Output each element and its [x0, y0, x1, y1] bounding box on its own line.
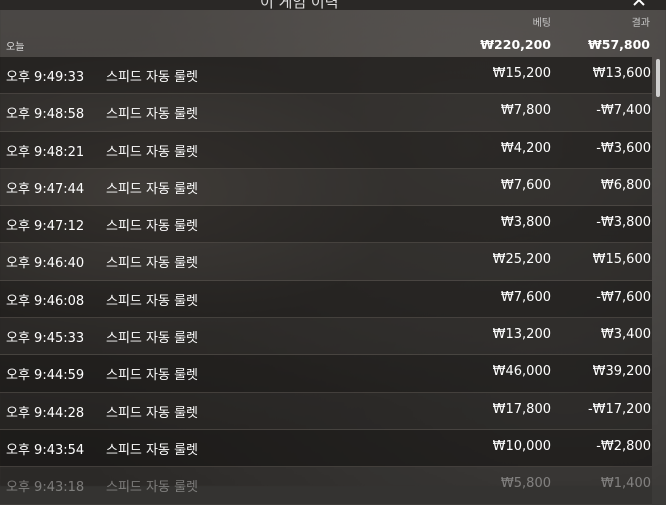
row-result-amount: ₩3,400: [600, 327, 651, 343]
history-row[interactable]: 오후 9:45:33 스피드 자동 룰렛 ₩13,200 ₩3,400: [0, 318, 652, 356]
column-header-result: 결과: [631, 18, 650, 29]
close-icon[interactable]: [631, 0, 647, 8]
row-time: 오후 9:44:59: [6, 368, 85, 384]
row-game-name: 스피드 자동 룰렛: [106, 293, 198, 309]
scrollbar-thumb[interactable]: [656, 59, 660, 97]
history-row[interactable]: 오후 9:48:58 스피드 자동 룰렛 ₩7,800 -₩7,400: [0, 94, 652, 132]
row-time: 오후 9:48:21: [6, 144, 85, 160]
summary-bet-total: ₩220,200: [480, 37, 551, 52]
row-game-name: 스피드 자동 룰렛: [106, 368, 198, 384]
summary-result-total: ₩57,800: [587, 37, 650, 52]
history-row[interactable]: 오후 9:47:12 스피드 자동 룰렛 ₩3,800 -₩3,800: [0, 206, 652, 244]
history-row[interactable]: 오후 9:46:08 스피드 자동 룰렛 ₩7,600 -₩7,600: [0, 280, 652, 319]
row-result-amount: -₩3,800: [596, 215, 651, 231]
panel-title: 이 게임 이력: [260, 0, 339, 11]
row-game-name: 스피드 자동 룰렛: [106, 181, 198, 197]
history-row[interactable]: 오후 9:46:40 스피드 자동 룰렛 ₩25,200 ₩15,600: [0, 243, 652, 281]
row-bet-amount: ₩4,200: [500, 140, 551, 156]
column-header-bet: 베팅: [532, 18, 551, 29]
row-result-amount: -₩7,400: [596, 103, 651, 119]
scrollbar[interactable]: [652, 57, 666, 486]
row-result-amount: -₩2,800: [596, 438, 651, 454]
row-time: 오후 9:47:44: [6, 181, 85, 197]
row-result-amount: ₩15,600: [592, 252, 651, 268]
row-bet-amount: ₩3,800: [500, 215, 551, 231]
row-result-amount: ₩39,200: [592, 364, 651, 380]
row-game-name: 스피드 자동 룰렛: [106, 331, 198, 347]
row-result-amount: -₩17,200: [587, 401, 651, 417]
row-time: 오후 9:43:54: [6, 442, 85, 458]
row-game-name: 스피드 자동 룰렛: [106, 256, 198, 272]
row-time: 오후 9:48:58: [6, 107, 85, 123]
row-bet-amount: ₩13,200: [492, 327, 551, 343]
row-game-name: 스피드 자동 룰렛: [106, 107, 198, 123]
row-game-name: 스피드 자동 룰렛: [106, 219, 198, 235]
history-list: 오후 9:49:33 스피드 자동 룰렛 ₩15,200 ₩13,600 오후 9:48…: [0, 57, 652, 505]
panel-header: 이 게임 이력: [0, 0, 666, 11]
history-row[interactable]: 오후 9:43:54 스피드 자동 룰렛 ₩10,000 -₩2,800: [0, 429, 652, 468]
row-bet-amount: ₩7,600: [500, 177, 551, 193]
row-bet-amount: ₩46,000: [492, 364, 551, 380]
row-bet-amount: ₩7,800: [500, 103, 551, 119]
row-bet-amount: ₩17,800: [492, 401, 551, 417]
row-game-name: 스피드 자동 룰렛: [106, 70, 198, 85]
row-time: 오후 9:47:12: [6, 219, 85, 235]
row-bet-amount: ₩5,800: [500, 476, 551, 492]
row-result-amount: -₩3,600: [596, 140, 651, 156]
row-time: 오후 9:45:33: [6, 331, 85, 347]
history-row[interactable]: 오후 9:48:21 스피드 자동 룰렛 ₩4,200 -₩3,600: [0, 131, 652, 169]
row-time: 오후 9:44:28: [6, 405, 85, 421]
history-row[interactable]: 오후 9:47:44 스피드 자동 룰렛 ₩7,600 ₩6,800: [0, 168, 652, 207]
row-time: 오후 9:46:40: [6, 256, 85, 272]
row-time: 오후 9:46:08: [6, 293, 85, 309]
row-time: 오후 9:49:33: [6, 70, 85, 85]
row-result-amount: ₩13,600: [592, 66, 651, 81]
history-row[interactable]: 오후 9:44:28 스피드 자동 룰렛 ₩17,800 -₩17,200: [0, 392, 652, 430]
row-result-amount: ₩1,400: [600, 476, 651, 492]
summary-label: 오늘: [6, 42, 25, 53]
row-bet-amount: ₩15,200: [492, 66, 551, 81]
row-bet-amount: ₩10,000: [492, 438, 551, 454]
row-game-name: 스피드 자동 룰렛: [106, 442, 198, 458]
history-row[interactable]: 오후 9:44:59 스피드 자동 룰렛 ₩46,000 ₩39,200: [0, 355, 652, 393]
row-game-name: 스피드 자동 룰렛: [106, 144, 198, 160]
row-result-amount: ₩6,800: [600, 177, 651, 193]
history-row[interactable]: 오후 9:49:33 스피드 자동 룰렛 ₩15,200 ₩13,600: [0, 57, 652, 95]
row-result-amount: -₩7,600: [596, 289, 651, 305]
summary-row: 오늘 ₩220,200 ₩57,800: [0, 32, 666, 56]
row-game-name: 스피드 자동 룰렛: [106, 405, 198, 421]
row-bet-amount: ₩7,600: [500, 289, 551, 305]
row-bet-amount: ₩25,200: [492, 252, 551, 268]
